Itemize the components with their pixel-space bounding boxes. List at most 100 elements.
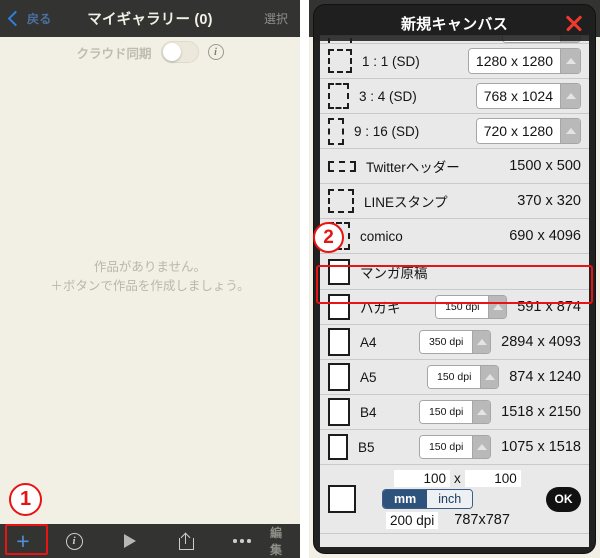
stepper-up-icon[interactable] [472, 331, 491, 353]
empty-state-line1: 作品がありません。 [93, 260, 207, 274]
list-item-hagaki[interactable]: ハガキ 150 dpi 591 x 874 [320, 290, 589, 325]
share-icon [178, 532, 194, 550]
dpi-stepper[interactable]: 150 dpi [435, 295, 508, 319]
dpi-stepper[interactable]: 150 dpi [419, 400, 492, 424]
ok-button[interactable]: OK [546, 486, 581, 512]
list-item-a5[interactable]: A5 150 dpi 874 x 1240 [320, 360, 589, 395]
info-icon[interactable]: i [207, 44, 224, 60]
stepper-up-icon[interactable] [480, 366, 499, 388]
list-item-custom-size[interactable]: 100 x 100 mm inch 200 dpi 787x787 OK [320, 465, 589, 534]
custom-width-input[interactable]: 100 [394, 469, 450, 487]
list-item-line-stamp[interactable]: LINEスタンプ 370 x 320 [320, 184, 589, 219]
preset-size: 690 x 4096 [509, 228, 581, 244]
canvas-thumbnail-icon [328, 49, 352, 73]
list-item-manga-genko[interactable]: マンガ原稿 [320, 254, 589, 290]
unit-toggle[interactable]: mm inch [382, 489, 474, 509]
preset-label: B5 [358, 439, 375, 455]
preset-label: A5 [360, 369, 377, 385]
edit-button[interactable]: 編集 [270, 524, 300, 558]
empty-state-line2: ＋ボタンで作品を作成しましょう。 [50, 279, 250, 294]
gallery-header: 戻る マイギャラリー (0) 選択 [0, 0, 300, 37]
add-canvas-button[interactable]: + [0, 524, 46, 558]
dpi-stepper[interactable]: 350 dpi [419, 330, 492, 354]
canvas-thumbnail-icon [328, 83, 349, 109]
preset-size: 1075 x 1518 [501, 439, 581, 455]
play-button[interactable] [102, 524, 158, 558]
preset-size: 1518 x 2150 [501, 404, 581, 420]
size-stepper[interactable]: 1280 x 1280 [467, 48, 581, 74]
info-circle-icon: i [65, 532, 83, 550]
preset-label: A4 [360, 334, 377, 350]
unit-option-inch[interactable]: inch [427, 490, 473, 508]
edit-button-label: 編集 [270, 526, 283, 557]
new-canvas-dialog: 1 : 1 (SD) 1280 x 1280 3 : 4 (SD) 768 x … [314, 5, 595, 553]
gallery-panel: 戻る マイギャラリー (0) 選択 クラウド同期 i 作品がありません。 ＋ボタ… [0, 0, 300, 558]
list-item-b5[interactable]: B5 150 dpi 1075 x 1518 [320, 430, 589, 465]
preset-label: 9 : 16 (SD) [354, 123, 420, 139]
empty-state-message: 作品がありません。 ＋ボタンで作品を作成しましょう。 [0, 258, 300, 297]
gallery-bottom-toolbar: + i 編集 [0, 524, 300, 558]
list-item-twitter-header[interactable]: Twitterヘッダー 1500 x 500 [320, 149, 589, 184]
preset-label: LINEスタンプ [364, 195, 448, 210]
stepper-up-icon[interactable] [488, 296, 507, 318]
list-item-9-16-sd[interactable]: 9 : 16 (SD) 720 x 1280 [320, 114, 589, 149]
stepper-up-icon[interactable] [560, 84, 580, 108]
page-title: マイギャラリー (0) [87, 12, 213, 28]
stepper-up-icon[interactable] [472, 401, 491, 423]
size-stepper[interactable]: 768 x 1024 [475, 83, 581, 109]
custom-size-result: 787x787 [454, 512, 510, 528]
preset-label: comico [360, 228, 403, 244]
custom-height-input[interactable]: 100 [464, 469, 521, 487]
custom-size-fields: 100 x 100 mm inch 200 dpi 787x787 [366, 468, 546, 531]
preset-size: 370 x 320 [517, 193, 581, 209]
share-button[interactable] [158, 524, 214, 558]
modal-header: 新規キャンバス [314, 5, 595, 41]
new-canvas-panel: 戻る マイギャラリー (0) 選択 [309, 0, 600, 558]
list-item-3-4-sd[interactable]: 3 : 4 (SD) 768 x 1024 [320, 79, 589, 114]
cloud-sync-toggle[interactable] [160, 41, 199, 63]
canvas-thumbnail-icon [328, 189, 354, 213]
preset-size: 1500 x 500 [509, 158, 581, 174]
dpi-value: 150 dpi [420, 401, 473, 423]
dpi-stepper[interactable]: 150 dpi [419, 435, 492, 459]
size-value: 768 x 1024 [476, 84, 560, 108]
dpi-value: 350 dpi [420, 331, 473, 353]
preset-size: 2894 x 4093 [501, 334, 581, 350]
more-button[interactable] [214, 524, 270, 558]
play-icon [124, 534, 136, 548]
list-item-a4[interactable]: A4 350 dpi 2894 x 4093 [320, 325, 589, 360]
info-button[interactable]: i [46, 524, 102, 558]
select-button[interactable]: 選択 [264, 10, 288, 27]
canvas-thumbnail-icon [328, 398, 350, 426]
preset-label: 3 : 4 (SD) [359, 88, 417, 104]
preset-label: ハガキ [360, 301, 401, 316]
cloud-sync-row: クラウド同期 i [0, 37, 300, 67]
stepper-up-icon[interactable] [560, 119, 580, 143]
preset-size: 874 x 1240 [509, 369, 581, 385]
canvas-thumbnail-icon [328, 328, 350, 356]
stepper-up-icon[interactable] [472, 436, 491, 458]
canvas-preset-list[interactable]: 1 : 1 (SD) 1280 x 1280 3 : 4 (SD) 768 x … [320, 35, 589, 547]
canvas-thumbnail-icon [328, 160, 356, 172]
list-item-comico[interactable]: comico 690 x 4096 [320, 219, 589, 254]
stepper-up-icon[interactable] [560, 49, 580, 73]
size-stepper[interactable]: 720 x 1280 [475, 118, 581, 144]
list-item-b4[interactable]: B4 150 dpi 1518 x 2150 [320, 395, 589, 430]
preset-label: B4 [360, 404, 377, 420]
annotation-step-1: 1 [9, 483, 42, 516]
close-icon[interactable] [564, 13, 584, 33]
custom-dpi-input[interactable]: 200 dpi [386, 511, 439, 529]
size-value: 1280 x 1280 [468, 49, 560, 73]
preset-label: 1 : 1 (SD) [362, 53, 420, 69]
preset-label: Twitterヘッダー [366, 160, 460, 175]
dpi-value: 150 dpi [436, 296, 489, 318]
unit-option-mm[interactable]: mm [383, 490, 428, 508]
dpi-stepper[interactable]: 150 dpi [427, 365, 500, 389]
size-value: 720 x 1280 [476, 119, 560, 143]
plus-icon: + [16, 527, 30, 554]
dpi-value: 150 dpi [428, 366, 481, 388]
list-item-1-1-sd[interactable]: 1 : 1 (SD) 1280 x 1280 [320, 44, 589, 79]
preset-label: マンガ原稿 [360, 265, 428, 281]
screenshot-root: 戻る マイギャラリー (0) 選択 クラウド同期 i 作品がありません。 ＋ボタ… [0, 0, 600, 558]
canvas-thumbnail-icon [328, 294, 350, 320]
